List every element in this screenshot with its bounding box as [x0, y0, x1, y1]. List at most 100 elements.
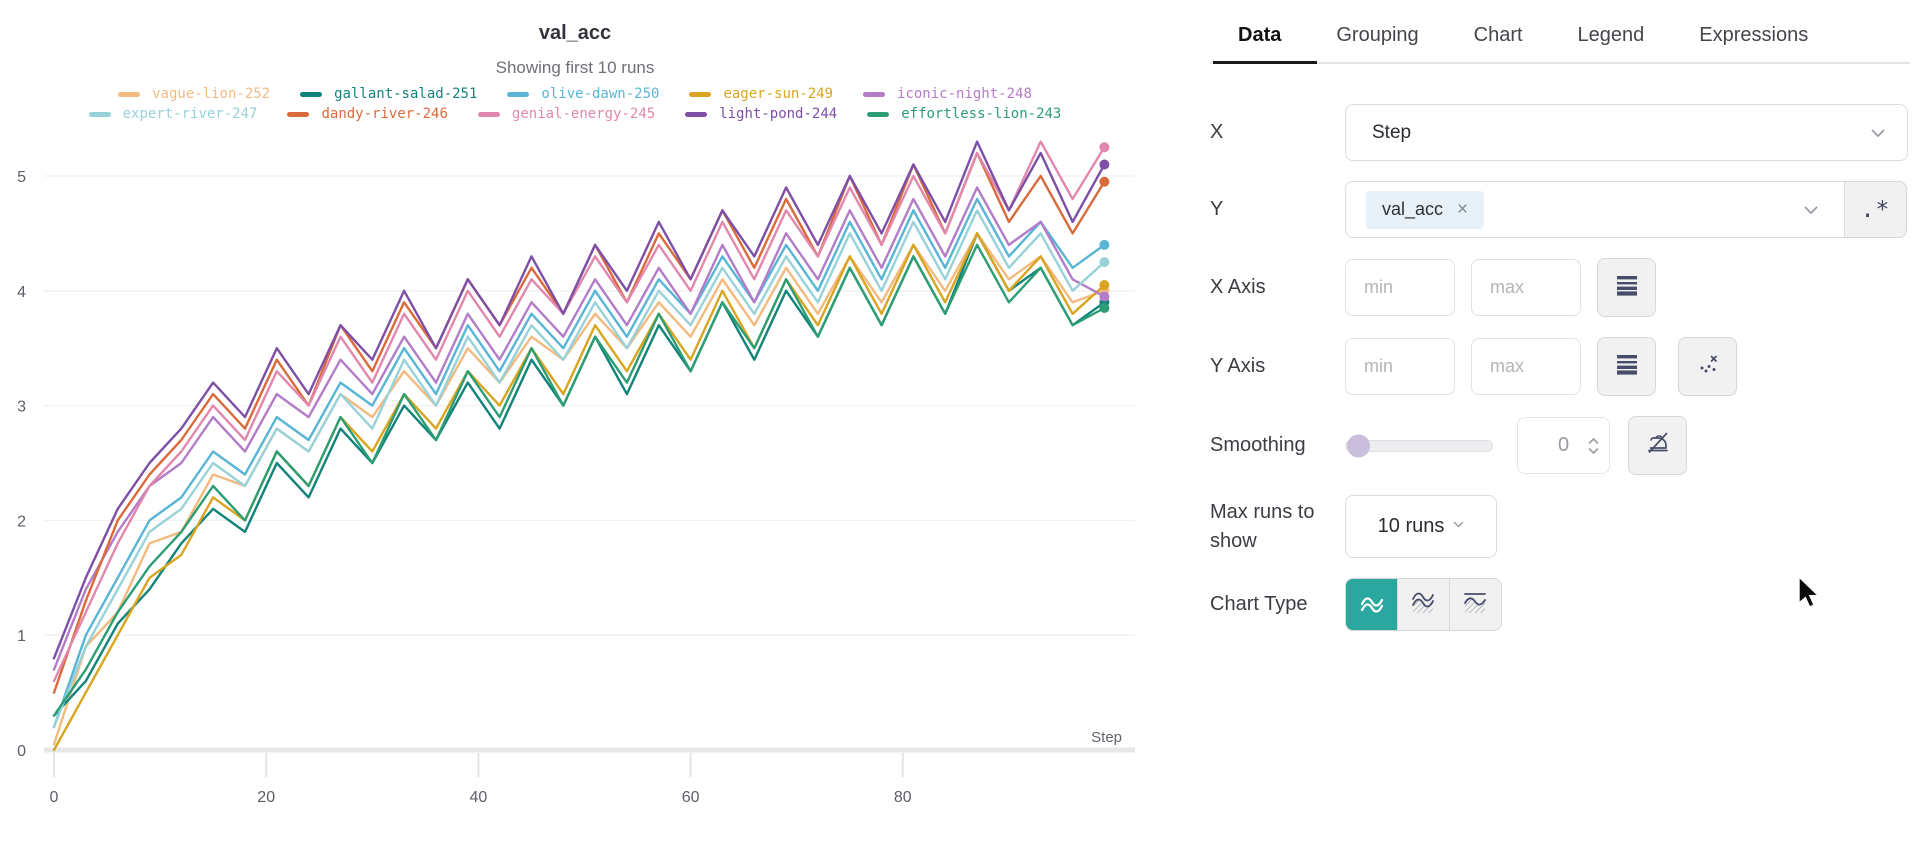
- max-runs-row: Max runs to show 10 runs: [1210, 495, 1910, 558]
- chart-subtitle: Showing first 10 runs: [0, 58, 1150, 78]
- y-label: Y: [1210, 195, 1345, 224]
- legend-item[interactable]: expert-river-247: [89, 106, 258, 122]
- legend-swatch: [863, 92, 885, 97]
- smoothing-label: Smoothing: [1210, 431, 1345, 460]
- chart-type-line-button[interactable]: [1346, 579, 1397, 630]
- line-chart-icon: [1357, 587, 1387, 622]
- run-endpoint-dot: [1099, 280, 1109, 290]
- chevron-down-icon: [1871, 122, 1885, 144]
- legend-item[interactable]: vague-lion-252: [118, 86, 270, 102]
- run-line[interactable]: [54, 142, 1104, 659]
- x-tick-label: 0: [50, 789, 59, 806]
- legend-run-name: dandy-river-246: [321, 106, 447, 122]
- legend-item[interactable]: effortless-lion-243: [867, 106, 1061, 122]
- run-endpoint-dot: [1099, 257, 1109, 267]
- plot-svg[interactable]: 012345020406080Step: [0, 130, 1150, 844]
- y-metric-tag: val_acc ×: [1366, 191, 1484, 229]
- run-endpoint-dot: [1099, 177, 1109, 187]
- legend-item[interactable]: iconic-night-248: [863, 86, 1032, 102]
- smoothing-slider-thumb[interactable]: [1347, 434, 1370, 457]
- legend-run-name: olive-dawn-250: [541, 86, 659, 102]
- x-axis-row: X Axis: [1210, 258, 1910, 317]
- legend-run-name: eager-sun-249: [723, 86, 833, 102]
- legend-run-name: iconic-night-248: [897, 86, 1032, 102]
- no-smoothing-iron-icon: [1643, 428, 1673, 463]
- show-original-toggle-button[interactable]: [1628, 416, 1687, 475]
- regex-toggle-button[interactable]: .*: [1844, 181, 1907, 238]
- y-metric-multiselect[interactable]: val_acc ×: [1345, 181, 1845, 238]
- smoothing-slider[interactable]: [1345, 440, 1493, 452]
- tab-grouping[interactable]: Grouping: [1336, 24, 1418, 47]
- legend-item[interactable]: olive-dawn-250: [507, 86, 659, 102]
- y-axis-min-input[interactable]: [1345, 338, 1455, 395]
- mouse-cursor: [1797, 576, 1829, 615]
- tab-chart[interactable]: Chart: [1474, 24, 1523, 47]
- chart-legend: vague-lion-252 gallant-salad-251 olive-daw…: [25, 86, 1125, 122]
- tab-data[interactable]: Data: [1238, 24, 1281, 47]
- x-tick-label: 60: [682, 789, 700, 806]
- x-row: X Step: [1210, 104, 1910, 161]
- chart-type-segmented-control: [1345, 578, 1502, 631]
- legend-run-name: genial-energy-245: [512, 106, 655, 122]
- x-axis-max-input[interactable]: [1471, 259, 1581, 316]
- legend-swatch: [118, 92, 140, 97]
- run-line[interactable]: [54, 142, 1104, 682]
- max-runs-label: Max runs to show: [1210, 498, 1345, 556]
- run-line[interactable]: [54, 188, 1104, 670]
- log-scale-icon: [1614, 351, 1640, 382]
- y-tick-label: 3: [17, 399, 26, 416]
- x-tick-label: 20: [257, 789, 275, 806]
- run-endpoint-dot: [1099, 240, 1109, 250]
- run-endpoint-dot: [1099, 142, 1109, 152]
- legend-run-name: vague-lion-252: [152, 86, 270, 102]
- run-line[interactable]: [54, 245, 1104, 716]
- stepper-up-icon: [1588, 437, 1599, 444]
- x-metric-value: Step: [1372, 122, 1411, 144]
- x-axis-title: Step: [1091, 729, 1122, 746]
- stepper-arrows[interactable]: [1588, 437, 1599, 454]
- tab-legend[interactable]: Legend: [1578, 24, 1645, 47]
- tab-bar: Data Grouping Chart Legend Expressions: [1210, 0, 1910, 47]
- minmax-chart-icon: [1461, 587, 1491, 622]
- run-line[interactable]: [54, 153, 1104, 693]
- tab-expressions[interactable]: Expressions: [1699, 24, 1808, 47]
- legend-run-name: expert-river-247: [123, 106, 258, 122]
- max-runs-dropdown[interactable]: 10 runs: [1345, 495, 1497, 558]
- y-metric-tag-label: val_acc: [1382, 199, 1443, 220]
- x-tick-label: 40: [470, 789, 488, 806]
- legend-swatch: [507, 92, 529, 97]
- y-axis-log-scale-button[interactable]: [1597, 337, 1656, 396]
- chevron-down-icon: [1804, 199, 1818, 221]
- y-axis-max-input[interactable]: [1471, 338, 1581, 395]
- max-runs-value: 10 runs: [1378, 515, 1445, 538]
- chart-type-minmax-button[interactable]: [1449, 579, 1501, 630]
- legend-run-name: effortless-lion-243: [901, 106, 1061, 122]
- legend-item[interactable]: eager-sun-249: [689, 86, 833, 102]
- chart-settings-panel: Data Grouping Chart Legend Expressions X…: [1210, 0, 1910, 651]
- legend-run-name: light-pond-244: [719, 106, 837, 122]
- y-tick-label: 1: [17, 628, 26, 645]
- area-chart-icon: [1409, 587, 1439, 622]
- x-metric-select[interactable]: Step: [1345, 104, 1908, 161]
- chart-type-label: Chart Type: [1210, 590, 1345, 619]
- legend-item[interactable]: light-pond-244: [685, 106, 837, 122]
- y-tick-label: 4: [17, 284, 26, 301]
- remove-tag-icon[interactable]: ×: [1457, 200, 1468, 219]
- legend-item[interactable]: dandy-river-246: [287, 106, 447, 122]
- legend-item[interactable]: gallant-salad-251: [300, 86, 477, 102]
- x-axis-log-scale-button[interactable]: [1597, 258, 1656, 317]
- ignore-outliers-button[interactable]: [1678, 337, 1737, 396]
- legend-item[interactable]: genial-energy-245: [478, 106, 655, 122]
- smoothing-value-input[interactable]: 0: [1517, 417, 1610, 474]
- y-tick-label: 2: [17, 513, 26, 530]
- y-row: Y val_acc × .*: [1210, 181, 1910, 238]
- y-axis-row: Y Axis: [1210, 337, 1910, 396]
- chart-type-area-button[interactable]: [1397, 579, 1449, 630]
- y-tick-label: 0: [17, 743, 26, 760]
- legend-swatch: [89, 112, 111, 117]
- outliers-scatter-icon: [1694, 350, 1722, 383]
- smoothing-row: Smoothing 0: [1210, 416, 1910, 475]
- x-axis-min-input[interactable]: [1345, 259, 1455, 316]
- y-axis-label: Y Axis: [1210, 352, 1345, 381]
- run-endpoint-dot: [1099, 303, 1109, 313]
